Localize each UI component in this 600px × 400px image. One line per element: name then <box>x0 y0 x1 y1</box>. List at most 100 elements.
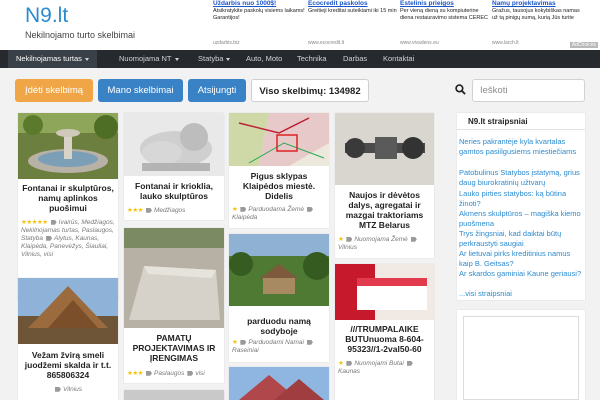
nav-item-technika[interactable]: Technika <box>297 50 327 68</box>
listing-meta: ★★★ Medžiagos <box>127 207 221 215</box>
listing-category[interactable]: Paslaugos <box>154 370 184 377</box>
listing-title[interactable]: Fontanai ir krioklia, lauko skulptūros <box>127 181 221 201</box>
ad-url[interactable]: www.ecocredit.lt <box>308 40 344 46</box>
sidebar-article-link[interactable]: Akmens skulptūros – magiška kiemo puošme… <box>459 209 585 229</box>
logout-button[interactable]: Atsijungti <box>188 79 246 102</box>
search-input[interactable] <box>472 79 585 102</box>
listing-meta: ★ Parduodami NamaiRaseiniai <box>232 339 326 355</box>
rating-stars: ★★★ <box>127 207 143 214</box>
search-icon[interactable] <box>455 84 466 95</box>
listing-title[interactable]: Naujos ir dėvėtos dalys, agregatai ir ma… <box>338 190 431 230</box>
tag-icon <box>46 235 53 241</box>
listing-card[interactable]: Fontanai ir skulptūros, namų aplinkos pu… <box>18 113 118 300</box>
nav-item-nuomojama-nt[interactable]: Nuomojama NT <box>119 50 179 68</box>
ad-title[interactable]: Ecocredit paskolos <box>308 0 400 7</box>
chevron-down-icon <box>226 57 231 61</box>
listing-title[interactable]: ///TRUMPALAIKE BUTUnuoma 8-604-95323//1-… <box>338 324 431 354</box>
listing-card[interactable]: Fontanai ir krioklia, lauko skulptūros ★… <box>124 113 224 220</box>
ad-block[interactable]: Namų projektavimas Gražus, tausojus koky… <box>492 0 584 48</box>
listing-image[interactable] <box>229 234 329 306</box>
listing-title[interactable]: Pigus sklypas Klaipėdos miestė. Didelis <box>232 171 326 201</box>
listing-category[interactable]: Parduodama Žemė <box>248 206 304 213</box>
listing-card[interactable]: Naujos ir dėvėtos dalys, agregatai ir ma… <box>335 113 434 258</box>
tag-icon <box>406 360 413 366</box>
listing-title[interactable]: Fontanai ir skulptūros, namų aplinkos pu… <box>21 183 115 213</box>
sidebar-article-link[interactable]: Trys žingsniai, kad daiktai būtų perkrau… <box>459 229 585 249</box>
articles-sidebar: N9.lt straipsniai Neries pakrantėje kyla… <box>457 113 585 300</box>
nav-item-label: Technika <box>297 54 327 63</box>
tag-icon <box>306 339 313 345</box>
ad-block[interactable]: Uždarbis nuo 1000$! Atsikratykite paskol… <box>213 0 305 48</box>
nav-item-kontaktai[interactable]: Kontaktai <box>383 50 414 68</box>
listing-location[interactable]: Vilnius <box>338 244 357 251</box>
tag-icon <box>306 206 313 212</box>
ad-block[interactable]: Estelinis prieigos Per vieną dieną su ko… <box>400 0 492 48</box>
listing-title[interactable]: parduodu namą sodyboje <box>232 316 326 336</box>
sidebar-article-link[interactable]: Ar lietuvai pirks kreditinius namus kaip… <box>459 249 585 269</box>
listing-location[interactable]: visi <box>195 370 204 377</box>
listing-image[interactable] <box>18 278 118 344</box>
listing-image[interactable] <box>124 113 224 176</box>
ad-url[interactable]: uzdarbis.biz <box>213 40 240 46</box>
listing-card[interactable]: PAMATŲ PROJEKTAVIMAS IR ĮRENGIMAS ★★★ Pas… <box>124 228 224 383</box>
listing-title[interactable]: Vežam žvirą smeli juodžemi skalda ir t.t… <box>21 350 115 380</box>
listing-image[interactable] <box>124 228 224 328</box>
sidebar-all-articles-link[interactable]: ...visi straipsniai <box>459 289 585 299</box>
listing-location[interactable]: Raseiniai <box>232 347 259 354</box>
listing-card[interactable] <box>229 367 329 400</box>
add-listing-button[interactable]: Įdėti skelbimą <box>15 79 93 102</box>
rating-stars: ★★★ <box>127 370 143 377</box>
adchoices-badge[interactable]: AdChoices <box>569 42 598 48</box>
listing-image[interactable] <box>335 264 434 320</box>
sidebar-article-link[interactable]: Patobulinus Statybos įstatymą, grius dau… <box>459 168 585 188</box>
ad-url[interactable]: www.larch.lt <box>492 40 519 46</box>
listing-card[interactable]: ///TRUMPALAIKE BUTUnuoma 8-604-95323//1-… <box>335 264 434 400</box>
listing-card[interactable]: Pigus sklypas Klaipėdos miestė. Didelis … <box>229 113 329 228</box>
nav-item-label: Nekilnojamas turtas <box>16 54 82 63</box>
site-logo[interactable]: N9.lt <box>25 4 68 28</box>
nav-item-statyba[interactable]: Statyba <box>198 50 231 68</box>
total-listings-count: Viso skelbimų: 134982 <box>251 79 369 102</box>
ad-title[interactable]: Estelinis prieigos <box>400 0 492 7</box>
sidebar-article-link[interactable]: Neries pakrantėje kyla kvartalas gamtos … <box>459 137 585 157</box>
listing-image[interactable] <box>18 113 118 179</box>
listing-category[interactable]: Nuomojama Žemė <box>354 236 407 243</box>
listing-card[interactable]: Vežam žvirą smeli juodžemi skalda ir t.t… <box>18 278 118 400</box>
tag-icon <box>240 339 247 345</box>
nav-item-darbas[interactable]: Darbas <box>343 50 367 68</box>
listing-meta: ★ Nuomojami ButaiKaunas <box>338 360 431 376</box>
listing-image[interactable] <box>229 367 329 400</box>
listing-category[interactable]: Nuomojami Butai <box>354 360 404 367</box>
listing-category[interactable]: Parduodami Namai <box>248 339 304 346</box>
sidebar-article-link[interactable]: Lauko pirties statybos: ką būtina žinoti… <box>459 189 585 209</box>
ad-banner: Uždarbis nuo 1000$! Atsikratykite paskol… <box>210 0 600 50</box>
listing-card[interactable] <box>124 390 224 400</box>
ad-text: Gražus, tausojus kokybiškas namas už tą … <box>492 8 580 21</box>
listing-location[interactable]: Kaunas <box>338 368 360 375</box>
sidebar-widget-frame <box>463 316 579 400</box>
ad-url[interactable]: www.vivadens.eu <box>400 40 439 46</box>
rating-stars: ★ <box>232 206 238 213</box>
nav-item-nekilnojamas-turtas[interactable]: Nekilnojamas turtas <box>8 50 97 68</box>
sidebar-title: N9.lt straipsniai <box>457 113 585 130</box>
sidebar-article-link[interactable]: Ar skardos gaminiai Kaune geriausi? <box>459 269 585 279</box>
nav-item-auto-moto[interactable]: Auto, Moto <box>246 50 282 68</box>
listing-image[interactable] <box>124 390 224 400</box>
listing-image[interactable] <box>229 113 329 166</box>
tag-icon <box>187 370 194 376</box>
ad-title[interactable]: Namų projektavimas <box>492 0 584 7</box>
listing-image[interactable] <box>335 113 434 185</box>
main-nav: Nekilnojamas turtas Nuomojama NT Statyba… <box>0 50 600 68</box>
listing-card[interactable]: parduodu namą sodyboje ★ Parduodami Namai… <box>229 234 329 362</box>
ad-title[interactable]: Uždarbis nuo 1000$! <box>213 0 305 7</box>
my-listings-button[interactable]: Mano skelbimai <box>98 79 183 102</box>
listing-meta: ★ Nuomojama ŽemėVilnius <box>338 236 431 252</box>
listing-meta: ★★★★★ Ivairūs, Medžiagos, Nekilnojamas tu… <box>21 219 115 259</box>
listing-location[interactable]: Klaipėda <box>232 214 257 221</box>
listing-title[interactable]: PAMATŲ PROJEKTAVIMAS IR ĮRENGIMAS <box>127 333 221 363</box>
listing-meta: ★ Parduodama ŽemėKlaipėda <box>232 206 326 222</box>
listing-location[interactable]: Vilnius <box>63 386 82 393</box>
site-tagline: Nekilnojamo turto skelbimai <box>25 30 136 40</box>
ad-block[interactable]: Ecocredit paskolos Greitieji kreditai su… <box>308 0 400 48</box>
listing-category[interactable]: Medžiagos <box>154 207 185 214</box>
